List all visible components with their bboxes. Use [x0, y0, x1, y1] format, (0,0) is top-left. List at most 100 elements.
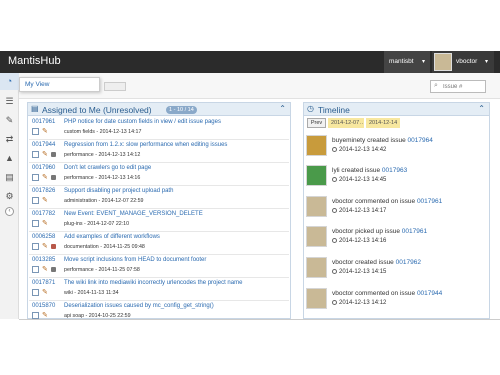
chart-icon: ▤: [5, 172, 14, 182]
issue-id-link[interactable]: 0017782: [32, 211, 55, 217]
sidebar-item-view-issues[interactable]: ☰: [0, 93, 19, 110]
pencil-icon[interactable]: ✎: [42, 288, 48, 296]
project-selector[interactable]: mantisbt ▾: [384, 51, 430, 73]
pencil-icon[interactable]: ✎: [42, 219, 48, 227]
sidebar-collapse-button[interactable]: ‹: [5, 207, 14, 216]
action-text: created issue: [367, 137, 406, 144]
checkbox-icon[interactable]: [32, 174, 39, 181]
widget-header: ◷ Timeline ⌃: [304, 103, 489, 116]
checkbox-icon[interactable]: [32, 197, 39, 204]
chevron-left-icon: ‹: [8, 208, 11, 214]
issue-link[interactable]: 0017961: [402, 228, 427, 235]
timestamp-text: 2014-12-13 14:16: [339, 238, 387, 244]
issue-summary-link[interactable]: Regression from 1.2.x: slow performance …: [64, 142, 227, 148]
avatar: [306, 196, 327, 217]
timeline-action: vboctor picked up issue 0017961: [332, 228, 427, 235]
issue-id-link[interactable]: 0017871: [32, 280, 55, 286]
timeline-entry: vboctor commented on issue 0017961 2014-…: [306, 196, 488, 226]
widget-header: ▤ Assigned to Me (Unresolved) 1 - 10 / 1…: [28, 103, 290, 116]
sidebar-item-summary[interactable]: ▤: [0, 169, 19, 186]
pencil-icon[interactable]: ✎: [42, 265, 48, 273]
issue-id-link[interactable]: 0017944: [32, 142, 55, 148]
checkbox-icon[interactable]: [32, 243, 39, 250]
assigned-to-me-widget: ▤ Assigned to Me (Unresolved) 1 - 10 / 1…: [27, 102, 291, 319]
timestamp-text: 2014-12-13 14:45: [339, 177, 387, 183]
issue-meta: wiki - 2014-11-13 11:34: [64, 290, 119, 296]
timeline-range-start: 2014-12-07: [328, 118, 363, 128]
issue-id-link[interactable]: 0017826: [32, 188, 55, 194]
checkbox-icon[interactable]: [32, 128, 39, 135]
action-text: created issue: [341, 167, 381, 174]
chevron-down-icon: ▾: [421, 59, 425, 65]
issue-link[interactable]: 0017963: [382, 167, 407, 174]
issue-summary-link[interactable]: Deserialization issues caused by mc_conf…: [64, 303, 214, 309]
issue-actions: ✎: [32, 174, 60, 182]
issue-summary-link[interactable]: Add examples of different workflows: [64, 234, 160, 240]
checkbox-icon[interactable]: [32, 312, 39, 319]
user-menu[interactable]: vboctor ▾: [432, 51, 494, 73]
list-item: 0017826 Support disabling per project up…: [29, 187, 289, 209]
timestamp-text: 2014-12-13 14:42: [339, 147, 387, 153]
issue-summary-link[interactable]: Move script inclusions from HEAD to docu…: [64, 257, 206, 263]
pencil-icon[interactable]: ✎: [42, 242, 48, 250]
issue-summary-link[interactable]: PHP notice for date custom fields in vie…: [64, 119, 221, 125]
content-bottom-border: [19, 319, 500, 320]
issue-actions: ✎: [32, 243, 60, 251]
issue-actions: ✎: [32, 197, 60, 205]
checkbox-icon[interactable]: [32, 220, 39, 227]
list-item: 0006258 Add examples of different workfl…: [29, 233, 289, 255]
actor-name: buyeminety: [332, 137, 366, 144]
sidebar-item-manage[interactable]: ⚙: [0, 188, 19, 205]
issue-summary-link[interactable]: Don't let crawlers go to edit page: [64, 165, 151, 171]
issue-number-input[interactable]: [443, 82, 483, 92]
brand-logo[interactable]: MantisHub: [8, 55, 61, 67]
issue-meta: plug-ins - 2014-12-07 22:10: [64, 221, 130, 227]
issue-id-link[interactable]: 0017960: [32, 165, 55, 171]
sidebar-item-my-view[interactable]: ◔: [0, 73, 19, 90]
issue-id-link[interactable]: 0013285: [32, 257, 55, 263]
issue-id-link[interactable]: 0017961: [32, 119, 55, 125]
priority-icon: [51, 175, 56, 180]
widget-title: Timeline: [318, 105, 350, 115]
issue-summary-link[interactable]: New Event: EVENT_MANAGE_VERSION_DELETE: [64, 211, 203, 217]
timeline-prev-button[interactable]: Prev: [307, 118, 326, 128]
checkbox-icon[interactable]: [32, 266, 39, 273]
issue-id-link[interactable]: 0006258: [32, 234, 55, 240]
pencil-icon[interactable]: ✎: [42, 150, 48, 158]
pencil-icon[interactable]: ✎: [42, 311, 48, 319]
sidebar-item-changelog[interactable]: ⇄: [0, 131, 19, 148]
issue-meta: custom fields - 2014-12-13 14:17: [64, 129, 142, 135]
issue-link[interactable]: 0017944: [417, 290, 442, 297]
sidebar-item-report-issue[interactable]: ✎: [0, 112, 19, 129]
issue-summary-link[interactable]: The wiki link into mediawiki incorrectly…: [64, 280, 242, 286]
pencil-icon[interactable]: ✎: [42, 196, 48, 204]
chevron-up-icon[interactable]: ⌃: [478, 104, 485, 113]
chevron-up-icon[interactable]: ⌃: [279, 104, 286, 113]
issue-link[interactable]: 0017961: [417, 198, 442, 205]
timestamp-text: 2014-12-13 14:12: [339, 300, 387, 306]
issue-search[interactable]: ⌕: [430, 80, 486, 93]
checkbox-icon[interactable]: [32, 151, 39, 158]
issue-link[interactable]: 0017962: [396, 259, 421, 266]
pencil-icon[interactable]: ✎: [42, 127, 48, 135]
checkbox-icon[interactable]: [32, 289, 39, 296]
list-item: 0017871 The wiki link into mediawiki inc…: [29, 279, 289, 301]
edit-icon: ✎: [5, 115, 14, 125]
issue-summary-link[interactable]: Support disabling per project upload pat…: [64, 188, 173, 194]
avatar: [306, 135, 327, 156]
list-item: 0017944 Regression from 1.2.x: slow perf…: [29, 141, 289, 163]
issue-id-link[interactable]: 0015870: [32, 303, 55, 309]
widget-title[interactable]: Assigned to Me (Unresolved): [42, 105, 152, 115]
chevron-down-icon: ▾: [484, 59, 488, 65]
breadcrumb-item[interactable]: [104, 82, 126, 91]
timestamp-text: 2014-12-13 14:15: [339, 269, 387, 275]
sidebar-item-roadmap[interactable]: ▲: [0, 150, 19, 167]
list-icon: ▤: [31, 104, 39, 113]
timeline-entry: vboctor picked up issue 0017961 2014-12-…: [306, 226, 488, 256]
clock-icon: [332, 177, 337, 182]
sidebar-flyout-my-view[interactable]: My View: [19, 77, 100, 92]
issue-actions: ✎: [32, 151, 60, 159]
pencil-icon[interactable]: ✎: [42, 173, 48, 181]
issue-link[interactable]: 0017964: [408, 137, 433, 144]
avatar: [306, 226, 327, 247]
